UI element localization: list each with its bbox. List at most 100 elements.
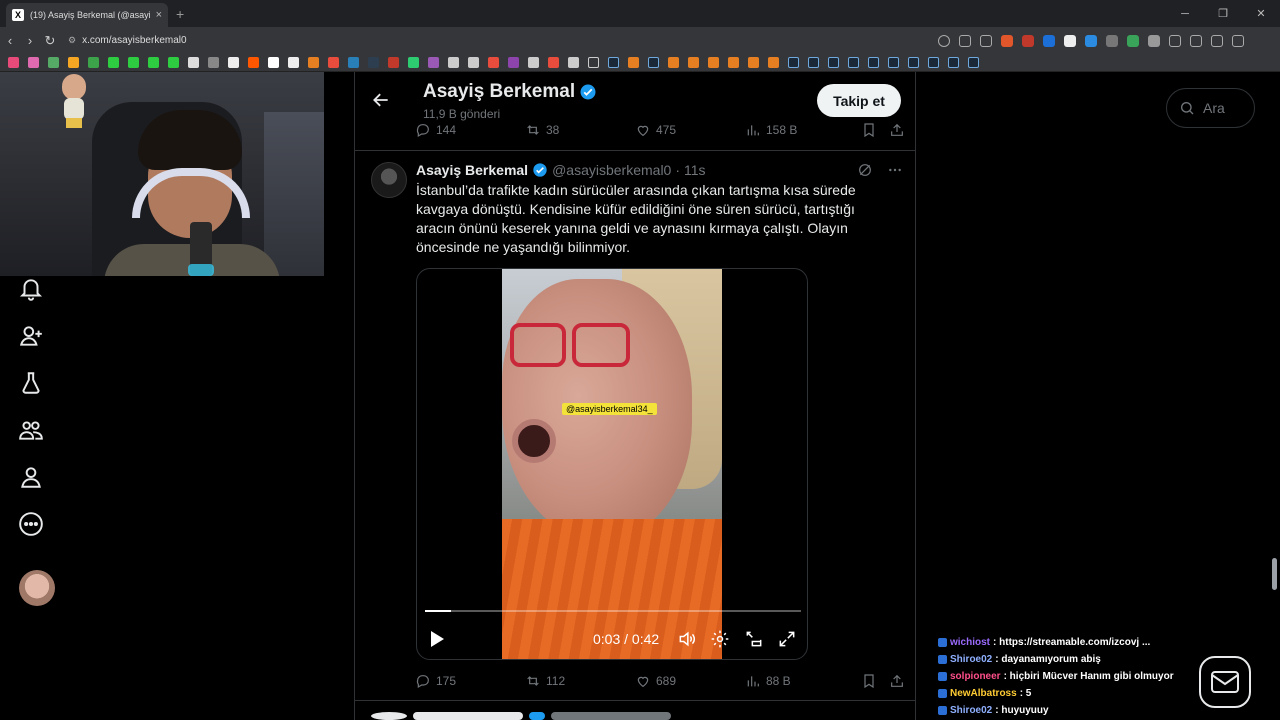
bookmark-icon[interactable]	[668, 57, 679, 68]
share-icon[interactable]	[889, 122, 905, 138]
reload-icon[interactable]: ↻	[40, 33, 60, 49]
back-nav-icon[interactable]: ‹	[0, 33, 20, 48]
bookmark-icon[interactable]	[528, 57, 539, 68]
tweet-author-name[interactable]: Asayiş Berkemal	[416, 162, 528, 178]
views-button[interactable]: 88 B	[745, 673, 861, 689]
follow-suggestions-icon[interactable]	[18, 323, 44, 349]
like-button[interactable]: 689	[635, 673, 745, 689]
bookmark-icon[interactable]	[208, 57, 219, 68]
bookmark-icon[interactable]	[688, 57, 699, 68]
site-info-icon[interactable]: ⚙	[68, 35, 76, 46]
notifications-icon[interactable]	[18, 276, 44, 302]
settings-gear-icon[interactable]	[710, 629, 730, 649]
grok-explain-icon[interactable]	[857, 162, 873, 178]
extension-icon[interactable]	[1022, 34, 1034, 47]
bookmark-icon[interactable]	[248, 57, 259, 68]
zoom-icon[interactable]	[938, 34, 950, 47]
tweet-video[interactable]: @asayisberkemal34_ 0:03 / 0:42	[416, 268, 808, 660]
steam-icon[interactable]	[648, 57, 659, 68]
volume-icon[interactable]	[677, 629, 697, 649]
bookmark-icon[interactable]	[48, 57, 59, 68]
steam-icon[interactable]	[788, 57, 799, 68]
tab-close-button[interactable]: ×	[156, 9, 162, 21]
chat-username[interactable]: Shiroe02	[950, 705, 992, 716]
fullscreen-icon[interactable]	[777, 629, 797, 649]
bookmark-icon[interactable]	[148, 57, 159, 68]
page-scrollbar[interactable]	[1272, 558, 1277, 590]
share-icon[interactable]	[980, 34, 992, 47]
address-bar[interactable]: ⚙ x.com/asayisberkemal0	[68, 31, 918, 51]
music-icon[interactable]	[1211, 34, 1223, 47]
messages-button[interactable]	[1199, 656, 1251, 708]
tweet-author-avatar[interactable]	[371, 162, 407, 198]
reply-button[interactable]: 144	[415, 122, 525, 138]
bookmark-icon[interactable]	[861, 122, 877, 138]
steam-icon[interactable]	[888, 57, 899, 68]
bookmark-icon[interactable]	[88, 57, 99, 68]
steam-icon[interactable]	[968, 57, 979, 68]
repost-button[interactable]: 38	[525, 122, 635, 138]
bookmark-icon[interactable]	[368, 57, 379, 68]
share-icon[interactable]	[889, 673, 905, 689]
steam-icon[interactable]	[948, 57, 959, 68]
menu-icon[interactable]	[1232, 34, 1244, 47]
bookmark-icon[interactable]	[408, 57, 419, 68]
bookmark-icon[interactable]	[348, 57, 359, 68]
chat-username[interactable]: wichiost	[950, 637, 990, 648]
steam-icon[interactable]	[828, 57, 839, 68]
chat-username[interactable]: NewAlbatross	[950, 688, 1017, 699]
browser-tab[interactable]: X (19) Asayiş Berkemal (@asayisbe ×	[6, 3, 168, 27]
grok-icon[interactable]	[18, 370, 44, 396]
bookmark-icon[interactable]	[628, 57, 639, 68]
forward-nav-icon[interactable]: ›	[20, 33, 40, 48]
extension-icon[interactable]	[1043, 34, 1055, 47]
video-progress-bar[interactable]	[425, 610, 801, 612]
bookmark-icon[interactable]	[28, 57, 39, 68]
play-icon[interactable]	[429, 630, 445, 648]
reply-button[interactable]: 175	[415, 673, 525, 689]
steam-icon[interactable]	[608, 57, 619, 68]
search-box[interactable]: Ara	[1166, 88, 1255, 128]
views-button[interactable]: 158 B	[745, 122, 861, 138]
bookmark-icon[interactable]	[468, 57, 479, 68]
bookmark-icon[interactable]	[708, 57, 719, 68]
tweet-author-handle[interactable]: @asayisberkemal0	[552, 162, 671, 178]
close-window-icon[interactable]: ✕	[1242, 0, 1280, 27]
extension-icon[interactable]	[1148, 34, 1160, 47]
bookmark-icon[interactable]	[548, 57, 559, 68]
bookmark-icon[interactable]	[488, 57, 499, 68]
like-button[interactable]: 475	[635, 122, 745, 138]
restore-icon[interactable]: ❐	[1204, 0, 1242, 27]
new-tab-button[interactable]: +	[176, 6, 184, 22]
follow-button[interactable]: Takip et	[817, 84, 901, 117]
bookmark-icon[interactable]	[328, 57, 339, 68]
account-avatar[interactable]	[19, 570, 55, 606]
steam-icon[interactable]	[808, 57, 819, 68]
communities-icon[interactable]	[18, 417, 44, 443]
steam-icon[interactable]	[908, 57, 919, 68]
tweet-timestamp[interactable]: 11s	[684, 162, 706, 178]
bookmark-icon[interactable]	[508, 57, 519, 68]
brave-shield-icon[interactable]	[1001, 34, 1013, 47]
chat-username[interactable]: Shiroe02	[950, 654, 992, 665]
more-icon[interactable]	[18, 511, 44, 537]
steam-icon[interactable]	[928, 57, 939, 68]
bookmark-icon[interactable]	[268, 57, 279, 68]
extension-icon[interactable]	[1127, 34, 1139, 47]
repost-button[interactable]: 112	[525, 673, 635, 689]
bookmark-icon[interactable]	[168, 57, 179, 68]
bookmark-icon[interactable]	[188, 57, 199, 68]
sidebar-icon[interactable]	[1190, 34, 1202, 47]
more-options-icon[interactable]	[887, 162, 903, 178]
profile-icon[interactable]	[18, 464, 44, 490]
back-arrow-icon[interactable]	[371, 90, 391, 110]
picture-in-picture-icon[interactable]	[744, 629, 764, 649]
bookmark-icon[interactable]	[308, 57, 319, 68]
bookmark-icon[interactable]	[108, 57, 119, 68]
bookmark-icon[interactable]	[448, 57, 459, 68]
bookmark-icon[interactable]	[748, 57, 759, 68]
bookmark-icon[interactable]	[68, 57, 79, 68]
minimize-icon[interactable]: ─	[1166, 0, 1204, 27]
chat-username[interactable]: solpioneer	[950, 671, 1001, 682]
bookmark-icon[interactable]	[861, 673, 877, 689]
